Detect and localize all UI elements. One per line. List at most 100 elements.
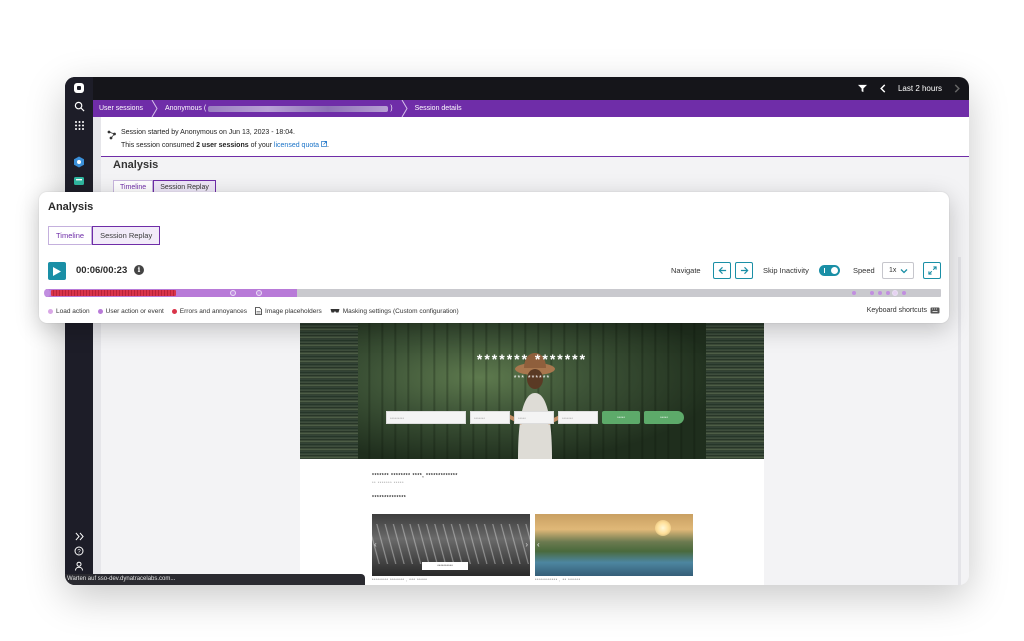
app-window: Last 2 hours ? User sessions Anonymous (…	[65, 77, 969, 585]
tab-timeline[interactable]: Timeline	[48, 226, 93, 245]
toggle-on-indicator	[824, 268, 825, 273]
consumption-count: 2 user sessions	[196, 142, 249, 149]
breadcrumb-user-sessions[interactable]: User sessions	[93, 100, 151, 117]
legend-errors: Errors and annoyances	[171, 307, 248, 315]
skip-inactivity-label: Skip Inactivity	[763, 266, 809, 275]
help-icon[interactable]: ?	[72, 544, 86, 558]
hero-field-location[interactable]: *********	[386, 411, 466, 424]
tab-session-replay[interactable]: Session Replay	[92, 226, 161, 245]
replay-timeline[interactable]	[44, 289, 941, 297]
hero-field-checkin[interactable]: *******	[470, 411, 510, 424]
timeline-event-marker[interactable]	[892, 290, 898, 296]
content-heading-2: **************	[372, 495, 407, 501]
legend-masking-settings[interactable]: Masking settings (Custom configuration)	[330, 308, 459, 315]
analysis-tabs: Timeline Session Replay	[48, 226, 161, 245]
hero-button-2[interactable]: *****	[644, 411, 684, 424]
coast-sun	[655, 520, 671, 536]
dynatrace-logo-icon[interactable]	[72, 81, 86, 95]
info-icon[interactable]: i	[134, 265, 144, 275]
timeline-event-marker[interactable]	[902, 291, 906, 295]
fullscreen-button[interactable]	[923, 262, 941, 279]
analysis-title: Analysis	[48, 201, 94, 213]
legend-errors-label: Errors and annoyances	[179, 307, 248, 315]
legend-image-placeholders: Image placeholders	[255, 307, 322, 315]
expand-icon	[927, 266, 937, 275]
nav-rail: ?	[65, 77, 93, 585]
licensed-quota-link[interactable]: licensed quota	[274, 142, 319, 149]
browser-status-text: Warten auf sso-dev.dynatracelabs.com...	[65, 574, 365, 585]
thumbnail-prev-icon[interactable]: ‹	[374, 540, 377, 549]
timeline-legend: Load action User action or event Errors …	[48, 307, 459, 315]
thumbnail-caption-1: ******** ******* , *** *****	[372, 577, 428, 582]
legend-load-action: Load action	[48, 308, 90, 315]
app-sessions-icon[interactable]	[72, 174, 86, 188]
timeline-event-marker[interactable]	[878, 291, 882, 295]
legend-image-placeholders-label: Image placeholders	[265, 307, 322, 315]
play-button[interactable]	[48, 262, 66, 280]
speed-select[interactable]: 1x	[882, 262, 914, 279]
search-icon[interactable]	[72, 99, 86, 113]
timeline-errors-segment	[51, 290, 176, 296]
arrow-left-icon	[718, 266, 726, 275]
breadcrumb-anonymous[interactable]: Anonymous ( )	[159, 100, 401, 117]
timeframe-next-icon[interactable]	[954, 84, 961, 93]
replay-hero-section: ******* ******* *** ****** ********* ***…	[300, 323, 764, 459]
page-scrollbar[interactable]	[958, 257, 961, 585]
keyboard-shortcuts-label: Keyboard shortcuts	[866, 307, 927, 314]
timeframe-selector[interactable]: Last 2 hours	[898, 84, 942, 93]
navigate-prev-button[interactable]	[713, 262, 731, 279]
hero-field-checkout[interactable]: *****	[514, 411, 554, 424]
timeframe-prev-icon[interactable]	[879, 84, 886, 93]
chevron-down-icon	[900, 269, 908, 274]
hero-button-1[interactable]: *****	[602, 411, 640, 424]
timeline-event-marker[interactable]	[886, 291, 890, 295]
arrow-right-icon	[740, 266, 748, 275]
app-hexagon-icon[interactable]	[72, 155, 86, 169]
legend-masking-settings-label: Masking settings (Custom configuration)	[342, 307, 459, 315]
user-icon[interactable]	[72, 559, 86, 573]
filter-icon[interactable]	[857, 84, 867, 93]
hero-subtitle: *** ******	[513, 375, 551, 382]
replay-content-section: ******* ******** ****, ************* ** …	[300, 459, 764, 585]
thumbnail-next-icon[interactable]: ›	[525, 540, 528, 549]
content-gutter	[93, 117, 101, 585]
session-start-text: Session started by Anonymous on Jun 13, …	[121, 129, 295, 136]
timeline-event-marker[interactable]	[870, 291, 874, 295]
hero-right-band	[706, 323, 764, 459]
keyboard-shortcuts-button[interactable]: Keyboard shortcuts	[867, 307, 940, 314]
hero-field-guests[interactable]: *******	[558, 411, 598, 424]
stadium-structure	[372, 524, 530, 564]
timeline-event-marker[interactable]	[852, 291, 856, 295]
skip-inactivity-toggle[interactable]	[819, 265, 840, 276]
thumbnail-prev-icon[interactable]: ‹	[537, 540, 540, 549]
consumption-prefix: This session consumed	[121, 142, 197, 149]
apps-grid-icon[interactable]	[72, 118, 86, 132]
timeline-event-marker[interactable]	[230, 290, 236, 296]
session-consumption-text: This session consumed 2 user sessions of…	[121, 141, 329, 149]
content-heading-1: ******* ******** ****, *************	[372, 473, 458, 479]
play-icon	[53, 266, 61, 276]
legend-user-action-label: User action or event	[105, 307, 164, 315]
breadcrumb-anonymous-label: Anonymous (	[164, 105, 207, 112]
session-replay-viewport[interactable]: ******* ******* *** ****** ********* ***…	[300, 323, 764, 585]
legend-load-action-label: Load action	[56, 307, 90, 315]
top-bar: Last 2 hours	[65, 77, 969, 100]
thumbnail-overlay-label: **********	[422, 562, 468, 570]
hero-title: ******* *******	[476, 351, 588, 367]
load-action-dot-icon	[48, 308, 53, 314]
keyboard-icon	[930, 307, 940, 314]
thumbnail-stadium[interactable]: ********** ‹ ›	[372, 514, 530, 576]
error-dot-icon	[171, 308, 177, 314]
consumption-mid: of your	[248, 142, 274, 149]
timeline-event-marker[interactable]	[256, 290, 262, 296]
navigate-label: Navigate	[671, 266, 701, 275]
mask-icon	[330, 309, 340, 313]
thumbnail-coast[interactable]: ‹	[535, 514, 693, 576]
breadcrumb-session-details[interactable]: Session details	[409, 100, 470, 117]
legend-user-action: User action or event	[97, 307, 164, 315]
navigate-next-button[interactable]	[735, 262, 753, 279]
analysis-card: Analysis Timeline Session Replay 00:06/0…	[39, 192, 949, 323]
expand-rail-icon[interactable]	[72, 529, 86, 543]
background-analysis-title: Analysis	[113, 159, 159, 171]
thumbnail-caption-2: *********** , ** ******	[535, 577, 581, 582]
